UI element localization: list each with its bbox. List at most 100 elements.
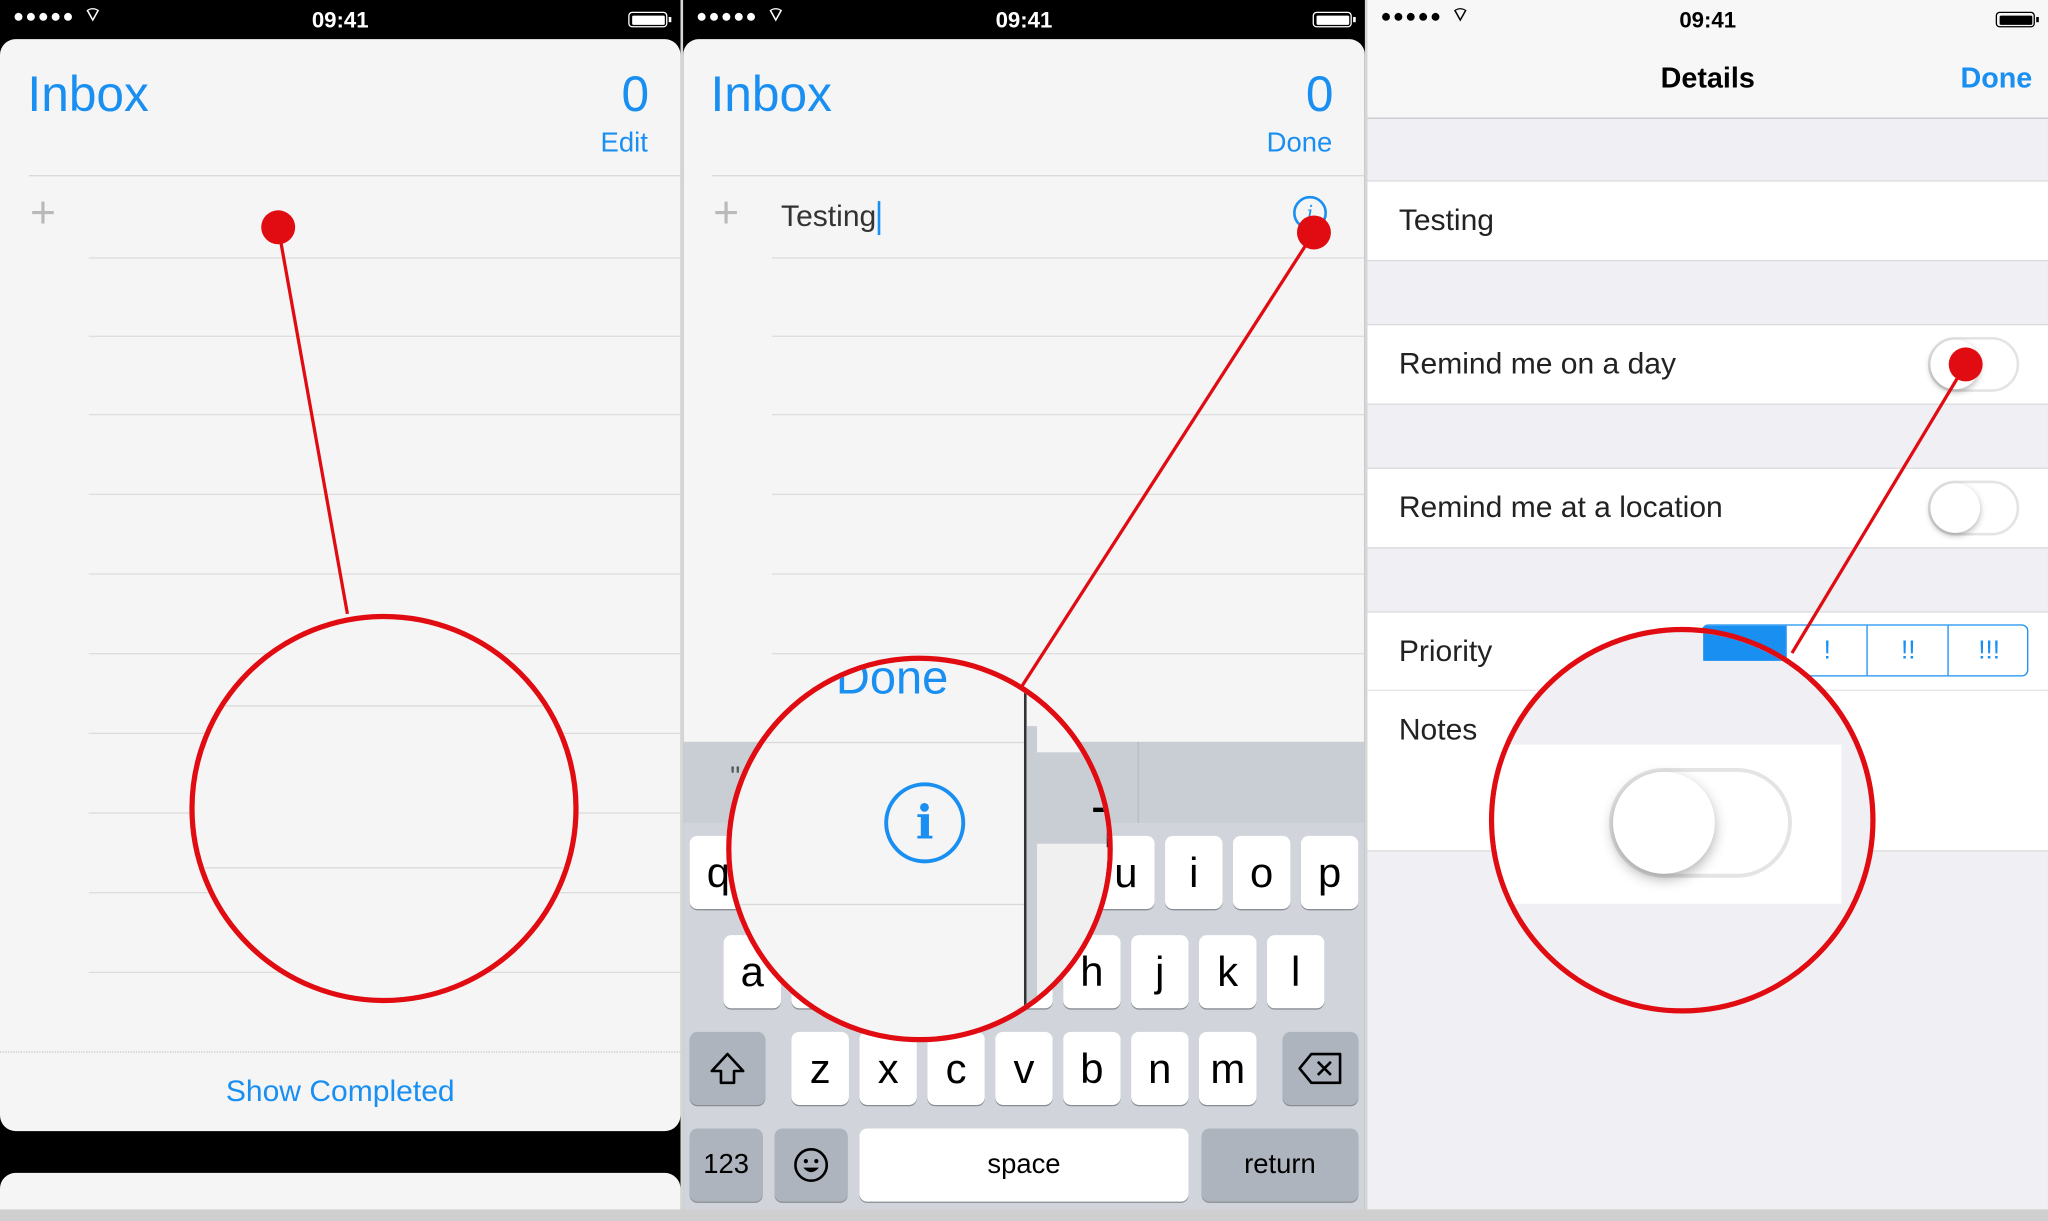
key-c[interactable]: c <box>927 1031 985 1105</box>
list-rule <box>88 653 681 655</box>
info-icon[interactable]: i <box>1293 195 1327 230</box>
inbox-list-card: Inbox 0 Edit + Show Completed <box>0 39 681 1132</box>
key-k[interactable]: k <box>1198 935 1257 1009</box>
shift-key[interactable] <box>689 1031 766 1105</box>
status-time: 09:41 <box>1679 7 1737 33</box>
divider <box>0 1051 681 1053</box>
key-z[interactable]: z <box>791 1031 849 1105</box>
key-q[interactable]: q <box>689 835 748 910</box>
key-m[interactable]: m <box>1198 1031 1257 1105</box>
nav-bar: ●●●●● ⌔ 09:41 Details Done <box>1367 0 2048 119</box>
key-e[interactable]: e <box>825 835 883 910</box>
remind-location-row: Remind me at a location <box>1367 467 2048 549</box>
panel-inbox-empty: ●●●●● ⌔ 09:41 Inbox 0 Edit + Show Comple… <box>0 0 681 1221</box>
task-title: Testing <box>1398 202 1495 237</box>
panel-details: ●●●●● ⌔ 09:41 Details Done Testing Remin… <box>1367 0 2048 1221</box>
priority-high-option[interactable]: !!! <box>1947 625 2027 676</box>
list-rule <box>771 414 1365 416</box>
key-y[interactable]: y <box>1029 835 1087 910</box>
show-completed-button[interactable]: Show Completed <box>0 1074 680 1109</box>
battery-icon <box>1995 11 2039 28</box>
status-bar: ●●●●● ⌔ 09:41 <box>1367 0 2047 39</box>
list-rule <box>88 971 681 974</box>
add-icon[interactable]: + <box>713 188 739 239</box>
priority-low-option[interactable]: ! <box>1785 625 1867 676</box>
task-text: Testing <box>781 198 877 233</box>
remind-location-switch[interactable] <box>1927 480 2020 536</box>
keyboard: " q w e r t y u i o p a s d f g h j k l <box>683 741 1365 1221</box>
key-r[interactable]: r <box>893 835 951 910</box>
battery-icon <box>1312 11 1356 28</box>
space-key[interactable]: space <box>859 1128 1189 1202</box>
key-u[interactable]: u <box>1097 835 1155 910</box>
done-button[interactable]: Done <box>1960 61 2032 95</box>
emoji-key[interactable] <box>774 1128 848 1202</box>
key-j[interactable]: j <box>1131 935 1189 1009</box>
backspace-icon <box>1298 1052 1342 1085</box>
key-w[interactable]: w <box>757 835 816 910</box>
shift-icon <box>710 1052 745 1085</box>
priority-row: Priority ! !! !!! <box>1367 611 2048 691</box>
page-title: Details <box>1660 61 1755 95</box>
task-title-cell[interactable]: Testing <box>1367 180 2048 262</box>
list-title: Inbox <box>27 67 149 123</box>
key-l[interactable]: l <box>1266 935 1325 1009</box>
key-a[interactable]: a <box>723 935 782 1009</box>
add-icon[interactable]: + <box>30 188 56 239</box>
suggestion-separator <box>1137 741 1139 823</box>
divider <box>28 175 681 177</box>
numbers-key[interactable]: 123 <box>689 1128 763 1202</box>
key-d[interactable]: d <box>859 935 917 1009</box>
item-count: 0 <box>621 67 650 123</box>
suggestion-bar: " <box>683 741 1365 823</box>
status-bar: ●●●●● ⌔ 09:41 <box>0 0 680 39</box>
notes-label: Notes <box>1398 711 1478 746</box>
key-t[interactable]: t <box>961 835 1019 910</box>
remind-day-switch[interactable] <box>1927 336 2020 392</box>
list-rule <box>88 892 681 894</box>
return-key[interactable]: return <box>1201 1128 1359 1202</box>
list-rule <box>771 335 1365 337</box>
list-rule <box>771 653 1365 655</box>
switch-knob <box>1930 339 1981 390</box>
key-f[interactable]: f <box>927 935 985 1009</box>
delete-key[interactable] <box>1282 1031 1359 1105</box>
list-rule <box>88 732 681 735</box>
edit-button[interactable]: Edit <box>601 128 648 159</box>
status-time: 09:41 <box>311 7 369 33</box>
divider <box>711 175 1365 177</box>
item-count: 0 <box>1305 67 1334 123</box>
priority-medium-option[interactable]: !! <box>1866 625 1948 676</box>
remind-day-label: Remind me on a day <box>1398 346 1677 381</box>
key-b[interactable]: b <box>1063 1031 1121 1105</box>
key-n[interactable]: n <box>1131 1031 1189 1105</box>
suggestion-separator <box>910 741 912 823</box>
task-input[interactable]: Testing <box>781 198 881 235</box>
list-rule <box>88 573 681 575</box>
list-rule <box>771 573 1365 575</box>
key-h[interactable]: h <box>1063 935 1121 1009</box>
switch-knob <box>1930 483 1981 533</box>
emoji-icon <box>794 1148 829 1183</box>
key-g[interactable]: g <box>995 935 1053 1009</box>
suggestion-item[interactable]: " <box>730 760 740 794</box>
text-caret <box>877 201 881 235</box>
battery-icon <box>628 11 672 28</box>
notes-cell[interactable]: Notes <box>1367 689 2048 852</box>
bottom-strip <box>0 1209 2048 1221</box>
done-button[interactable]: Done <box>1267 128 1333 159</box>
priority-label: Priority <box>1398 633 1493 668</box>
priority-segmented-control: ! !! !!! <box>1701 624 2029 677</box>
list-title: Inbox <box>710 67 832 123</box>
key-p[interactable]: p <box>1300 835 1359 910</box>
list-rule <box>88 414 681 416</box>
priority-none-option[interactable] <box>1703 625 1786 676</box>
list-rule <box>88 335 681 337</box>
key-x[interactable]: x <box>859 1031 917 1105</box>
key-v[interactable]: v <box>995 1031 1053 1105</box>
status-bar: ●●●●● ⌔ 09:41 <box>683 0 1365 39</box>
key-i[interactable]: i <box>1165 835 1223 910</box>
key-s[interactable]: s <box>791 935 849 1009</box>
remind-location-label: Remind me at a location <box>1398 489 1723 524</box>
key-o[interactable]: o <box>1232 835 1291 910</box>
